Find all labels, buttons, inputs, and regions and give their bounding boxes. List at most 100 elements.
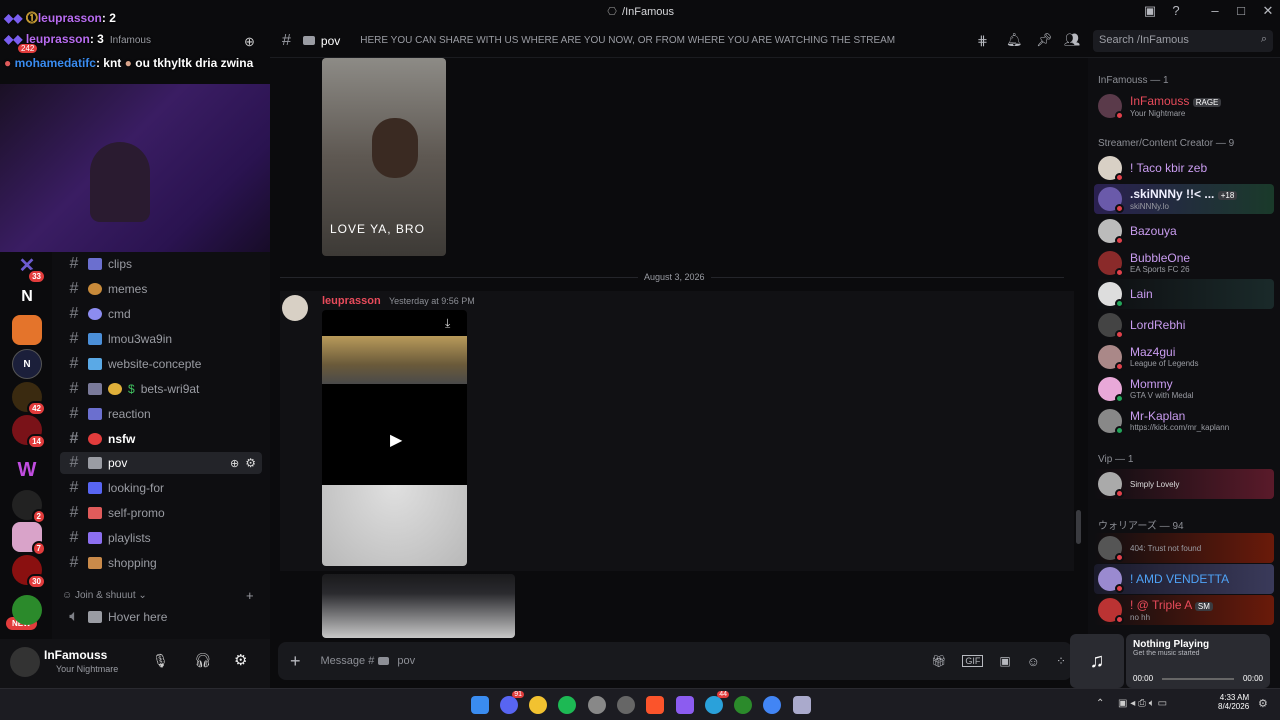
member-item[interactable]: ! @ Triple A SM no hh xyxy=(1094,595,1274,625)
add-channel-icon[interactable]: + xyxy=(246,588,254,603)
minimize-button[interactable]: – xyxy=(1205,3,1225,18)
help-icon[interactable]: ? xyxy=(1166,3,1186,18)
channel-cmd[interactable]: # cmd xyxy=(60,303,262,325)
play-icon[interactable]: ▶ xyxy=(390,430,402,450)
avatar[interactable] xyxy=(10,647,40,677)
member-list-icon[interactable]: 👥︎ xyxy=(1064,32,1081,48)
pin-icon[interactable]: 📌︎ xyxy=(1036,32,1053,48)
channel-nsfw[interactable]: # nsfw xyxy=(60,428,262,450)
avatar xyxy=(1098,156,1124,182)
image-attachment[interactable]: LOVE YA, BRO xyxy=(322,58,446,256)
spotify-icon[interactable] xyxy=(558,696,576,714)
app-icon-window[interactable] xyxy=(793,696,811,714)
member-item[interactable]: InFamouss RAGE Your Nightmare xyxy=(1094,91,1274,121)
app-icon-purple[interactable] xyxy=(676,696,694,714)
server-icon-9[interactable]: 7 xyxy=(12,522,46,556)
progress-bar[interactable] xyxy=(1162,678,1234,680)
gif-icon[interactable]: GIF xyxy=(962,655,984,667)
tray-chevron-icon[interactable]: ⌃ xyxy=(1096,698,1104,709)
now-playing-widget[interactable]: Nothing Playing Get the music started 00… xyxy=(1126,634,1270,688)
headphones-icon[interactable]: 🎧︎ xyxy=(194,652,212,669)
channel-clips[interactable]: # clips xyxy=(60,253,262,275)
member-item[interactable]: Mr-Kaplan https://kick.com/mr_kaplann xyxy=(1094,406,1274,436)
member-name: Lain xyxy=(1130,286,1153,301)
video-attachment[interactable]: ▶ ⤓ xyxy=(322,310,467,566)
member-item[interactable]: .skiNNNy !!< ... +18 skiNNNy.lo xyxy=(1094,184,1274,214)
chrome-profile-icon[interactable] xyxy=(763,696,781,714)
category-join[interactable]: ☺ Join & shuuut ⌄ xyxy=(62,590,147,601)
scrollbar-thumb[interactable] xyxy=(1076,510,1081,544)
app-icon-green[interactable] xyxy=(734,696,752,714)
notification-icon[interactable]: ⚙ xyxy=(1258,697,1268,710)
add-attachment-icon[interactable]: + xyxy=(290,651,301,672)
emoji-icon xyxy=(88,383,102,395)
server-icon-2[interactable]: N xyxy=(12,282,42,312)
member-name: BubbleOne xyxy=(1130,251,1191,265)
server-icon-1[interactable]: ✕ 33 xyxy=(12,250,46,284)
member-item[interactable]: Mommy GTA V with Medal xyxy=(1094,374,1274,404)
download-icon[interactable]: ⤓ xyxy=(445,316,450,331)
member-item[interactable]: ! Taco kbir zeb xyxy=(1094,153,1274,183)
inbox-icon[interactable]: ▣ xyxy=(1140,3,1160,19)
channel-shopping[interactable]: # shopping xyxy=(60,552,262,574)
server-icon-4[interactable]: N xyxy=(12,349,42,379)
channel-reaction[interactable]: # reaction xyxy=(60,403,262,425)
channel-bets-wri9at[interactable]: # $ bets-wri9at xyxy=(60,378,262,400)
apps-icon[interactable]: ⁘ xyxy=(1056,654,1066,668)
sticker-icon[interactable]: ▣ xyxy=(999,654,1010,668)
avatar xyxy=(1098,536,1124,562)
clock[interactable]: 4:33 AM 8/4/2026 xyxy=(1218,693,1249,711)
composer-channel: pov xyxy=(397,655,416,667)
member-item[interactable]: 404: Trust not found xyxy=(1094,533,1274,563)
search-input[interactable]: Search /InFamous ⌕ xyxy=(1093,30,1273,52)
channel-pov[interactable]: # pov ⊕ ⚙ xyxy=(60,452,262,474)
telegram-icon[interactable]: 44 xyxy=(705,691,729,714)
gift-icon[interactable]: 🎁︎ xyxy=(931,654,946,668)
message-author[interactable]: leuprasson xyxy=(322,295,381,307)
member-item[interactable]: Lain xyxy=(1094,279,1274,309)
server-icon-7[interactable]: W xyxy=(12,455,42,485)
invite-icon[interactable]: ⊕ xyxy=(230,457,239,470)
tray-icons[interactable]: ▣ ◂ ⎙ 🔈︎ ▭ xyxy=(1118,698,1167,709)
channel-looking-for[interactable]: # looking-for xyxy=(60,477,262,499)
voice-channel-hover-here[interactable]: 🔈︎ Hover here xyxy=(60,606,262,628)
image-attachment-2[interactable] xyxy=(322,574,515,638)
status-online-icon xyxy=(1115,299,1124,308)
channel-playlists[interactable]: # playlists xyxy=(60,527,262,549)
threads-icon[interactable]: ⋕ xyxy=(977,33,988,49)
maximize-button[interactable]: □ xyxy=(1231,3,1251,18)
server-icon-3[interactable] xyxy=(12,315,42,345)
brave-icon[interactable] xyxy=(646,696,664,714)
member-item[interactable]: Bazouya xyxy=(1094,216,1274,246)
server-icon-11[interactable] xyxy=(12,595,42,625)
discord-logo-icon: ⎔ xyxy=(607,6,617,18)
member-item[interactable]: ! AMD VENDETTA xyxy=(1094,564,1274,594)
channel-memes[interactable]: # memes xyxy=(60,278,262,300)
channel-self-promo[interactable]: # self-promo xyxy=(60,502,262,524)
close-button[interactable]: ✕ xyxy=(1258,3,1278,19)
channel-lmou3wa9in[interactable]: # lmou3wa9in xyxy=(60,328,262,350)
app-icon[interactable] xyxy=(617,696,635,714)
member-item[interactable]: LordRebhi xyxy=(1094,310,1274,340)
emoji-picker-icon[interactable]: ☺ xyxy=(1027,654,1040,669)
settings-gear-icon[interactable]: ⚙ xyxy=(245,456,256,470)
member-item[interactable]: Simply Lovely xyxy=(1094,469,1274,499)
user-settings-gear-icon[interactable]: ⚙ xyxy=(234,651,247,669)
windows-start-icon[interactable] xyxy=(471,696,489,714)
member-item[interactable]: Maz4gui League of Legends xyxy=(1094,342,1274,372)
server-icon-10[interactable]: 30 xyxy=(12,555,46,589)
server-icon-5[interactable]: 42 xyxy=(12,382,46,416)
add-friend-icon[interactable]: ⊕ xyxy=(244,34,255,50)
message-composer[interactable]: + Message # pov 🎁︎ GIF ▣ ☺ ⁘ xyxy=(278,642,1072,680)
author-avatar[interactable] xyxy=(282,295,308,321)
music-note-icon[interactable]: ♫ xyxy=(1070,634,1124,688)
member-item[interactable]: BubbleOne EA Sports FC 26 xyxy=(1094,248,1274,278)
obs-icon[interactable] xyxy=(588,696,606,714)
chrome-icon[interactable] xyxy=(529,696,547,714)
channel-website-concepte[interactable]: # website-concepte xyxy=(60,353,262,375)
bell-icon[interactable]: 🔔︎ xyxy=(1006,32,1023,48)
discord-taskbar-icon[interactable]: 91 xyxy=(500,691,524,714)
microphone-icon[interactable]: 🎙︎ xyxy=(152,653,169,669)
server-icon-8[interactable]: 2 xyxy=(12,490,46,524)
server-icon-6[interactable]: 14 xyxy=(12,415,46,449)
